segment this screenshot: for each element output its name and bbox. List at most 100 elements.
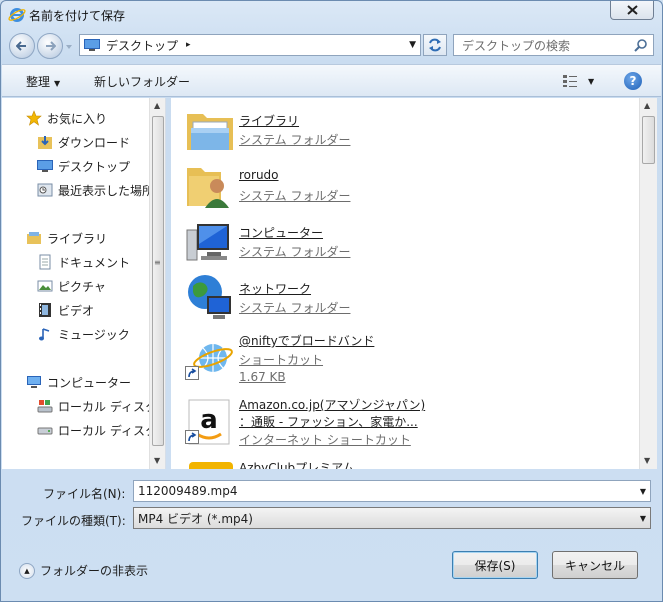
file-size: 1.67 KB xyxy=(239,370,286,384)
recent-pages-dropdown-icon[interactable] xyxy=(65,43,73,51)
address-dropdown-icon[interactable]: ▼ xyxy=(409,40,416,50)
scrollbar-grip-icon: ≡ xyxy=(154,258,161,267)
sidebar-item-desktop[interactable]: デスクトップ xyxy=(37,156,130,176)
navigation-pane: お気に入り ダウンロード デスクトップ 最近表示した場所 ライブラリ ドキュメン… xyxy=(2,98,166,469)
scroll-down-icon[interactable]: ▼ xyxy=(154,456,160,465)
favorites-label: お気に入り xyxy=(47,111,108,126)
close-icon xyxy=(626,5,638,15)
file-name: コンピューター xyxy=(239,226,324,240)
svg-text:a: a xyxy=(200,405,218,435)
star-icon xyxy=(26,110,42,126)
file-type: インターネット ショートカット xyxy=(239,433,411,447)
pictures-icon xyxy=(37,280,53,292)
sidebar-item-label: 最近表示した場所 xyxy=(58,183,155,198)
sidebar-item-label: ローカル ディスク xyxy=(58,423,157,438)
sidebar-item-label: デスクトップ xyxy=(58,159,131,174)
list-item[interactable]: ネットワーク システム フォルダー xyxy=(171,272,631,324)
computer-label: コンピューター xyxy=(47,375,132,390)
libraries-label: ライブラリ xyxy=(47,231,108,246)
file-name: ライブラリ xyxy=(239,114,300,128)
close-button[interactable] xyxy=(610,1,654,20)
desktop-icon xyxy=(84,39,100,51)
navigation-pane-scrollbar[interactable]: ▲ ≡ ▼ xyxy=(149,98,165,469)
save-as-dialog: 名前を付けて保存 デスクトップ ▸ ▼ デスクトップの検索 整理 ▼ 新しいフォ… xyxy=(0,0,663,602)
music-icon xyxy=(39,328,50,341)
file-type: システム フォルダー xyxy=(239,245,351,259)
favorites-header[interactable]: お気に入り xyxy=(26,108,107,128)
sidebar-item-downloads[interactable]: ダウンロード xyxy=(37,132,130,152)
filename-dropdown-icon[interactable]: ▼ xyxy=(636,487,650,496)
cancel-button[interactable]: キャンセル xyxy=(552,551,638,579)
local-disk-icon xyxy=(37,400,53,413)
hide-folders-label: フォルダーの非表示 xyxy=(40,564,149,578)
scrollbar-thumb[interactable] xyxy=(152,116,164,446)
filetype-dropdown-icon[interactable]: ▼ xyxy=(636,514,650,523)
scroll-up-icon[interactable]: ▲ xyxy=(154,101,160,110)
file-name: AzbyClubプレミアム xyxy=(239,461,355,469)
libraries-header[interactable]: ライブラリ xyxy=(26,228,107,248)
list-item[interactable]: @niftyでブロードバンド ショートカット 1.67 KB xyxy=(171,328,631,388)
refresh-button[interactable] xyxy=(423,34,447,56)
save-button[interactable]: 保存(S) xyxy=(452,551,538,579)
sidebar-item-recent-places[interactable]: 最近表示した場所 xyxy=(37,180,154,200)
address-bar[interactable]: デスクトップ ▸ ▼ xyxy=(79,34,421,56)
filename-label: ファイル名(N): xyxy=(43,487,126,501)
forward-button[interactable] xyxy=(37,33,63,59)
user-folder-icon xyxy=(187,168,229,208)
back-arrow-icon xyxy=(16,41,26,51)
filename-input[interactable]: 112009489.mp4 ▼ xyxy=(133,480,651,502)
back-button[interactable] xyxy=(9,33,35,59)
filetype-label: ファイルの種類(T): xyxy=(21,514,126,528)
sidebar-item-label: ローカル ディスク xyxy=(58,399,157,414)
search-placeholder: デスクトップの検索 xyxy=(462,38,571,53)
sidebar-item-documents[interactable]: ドキュメント xyxy=(37,252,130,272)
search-icon[interactable] xyxy=(634,38,648,52)
list-item[interactable]: a Amazon.co.jp(アマゾンジャパン) ：通販 - ファッション、家電… xyxy=(171,394,631,450)
scroll-up-icon[interactable]: ▲ xyxy=(644,101,650,110)
list-item[interactable]: rorudo システム フォルダー xyxy=(171,160,631,212)
shortcut-arrow-icon xyxy=(185,430,199,444)
scroll-down-icon[interactable]: ▼ xyxy=(644,456,650,465)
internet-explorer-icon xyxy=(8,8,26,22)
list-item[interactable]: AzbyClubプレミアム xyxy=(171,458,631,469)
address-text: デスクトップ xyxy=(106,38,179,53)
file-name: ネットワーク xyxy=(239,282,312,296)
title-bar: 名前を付けて保存 xyxy=(1,1,662,29)
network-icon xyxy=(188,275,231,319)
scrollbar-thumb[interactable] xyxy=(642,116,655,164)
breadcrumb-chevron-icon[interactable]: ▸ xyxy=(186,40,191,50)
new-folder-button[interactable]: 新しいフォルダー xyxy=(94,73,190,90)
sidebar-item-local-disk-c[interactable]: ローカル ディスク xyxy=(37,396,157,416)
sidebar-item-local-disk-d[interactable]: ローカル ディスク xyxy=(37,420,157,440)
organize-menu-button[interactable]: 整理 ▼ xyxy=(26,73,60,90)
help-icon: ? xyxy=(629,74,637,88)
organize-label: 整理 xyxy=(26,75,51,89)
download-folder-icon xyxy=(38,136,52,149)
desktop-icon xyxy=(37,160,53,172)
filetype-select[interactable]: MP4 ビデオ (*.mp4) ▼ xyxy=(133,507,651,529)
chevron-up-icon: ▲ xyxy=(19,562,35,579)
list-item[interactable]: ライブラリ システム フォルダー xyxy=(171,104,631,156)
file-list: ライブラリ システム フォルダー rorudo システム フォルダー コンピュー… xyxy=(171,98,643,469)
sidebar-item-music[interactable]: ミュージック xyxy=(37,324,130,344)
change-view-button[interactable]: ▼ xyxy=(562,73,600,89)
search-input[interactable]: デスクトップの検索 xyxy=(453,34,654,56)
command-toolbar: 整理 ▼ 新しいフォルダー ▼ ? xyxy=(2,64,661,97)
sidebar-item-pictures[interactable]: ピクチャ xyxy=(37,276,106,296)
refresh-icon xyxy=(429,38,441,52)
hide-folders-toggle[interactable]: ▲ フォルダーの非表示 xyxy=(19,562,148,579)
drive-icon xyxy=(37,427,53,435)
file-list-scrollbar[interactable]: ▲ ▼ xyxy=(639,98,657,469)
documents-icon xyxy=(39,254,51,270)
help-button[interactable]: ? xyxy=(624,72,642,90)
library-folder-icon xyxy=(187,114,233,150)
file-name: rorudo xyxy=(239,168,279,182)
sidebar-item-videos[interactable]: ビデオ xyxy=(37,300,94,320)
file-type: システム フォルダー xyxy=(239,133,351,147)
sidebar-item-label: ダウンロード xyxy=(58,135,131,150)
sidebar-item-label: ビデオ xyxy=(58,303,95,318)
computer-header[interactable]: コンピューター xyxy=(26,372,131,392)
list-item[interactable]: コンピューター システム フォルダー xyxy=(171,216,631,268)
navigation-bar: デスクトップ ▸ ▼ デスクトップの検索 xyxy=(1,29,662,63)
sidebar-item-label: ドキュメント xyxy=(58,255,131,270)
